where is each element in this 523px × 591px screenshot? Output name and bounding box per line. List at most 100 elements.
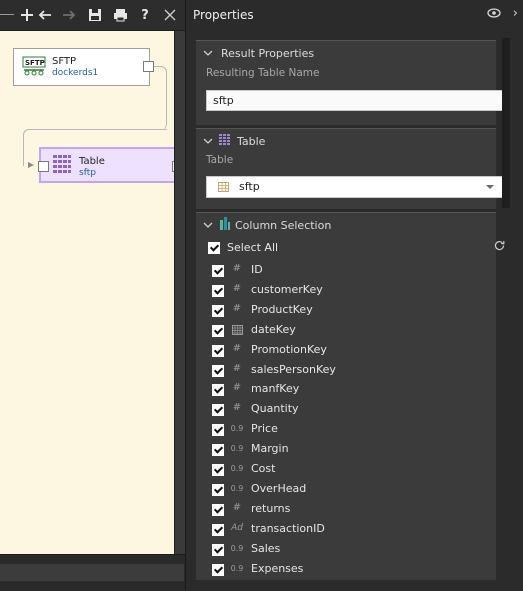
canvas-horizontal-scrollbar[interactable] [0, 554, 185, 591]
column-checkbox[interactable] [212, 424, 224, 437]
column-row[interactable]: # manfKey [212, 380, 502, 398]
chevron-down-icon [203, 48, 217, 59]
column-checkbox[interactable] [212, 404, 224, 417]
properties-vertical-scrollbar[interactable] [502, 38, 510, 208]
table-node-name: Table [79, 156, 105, 167]
select-all-label: Select All [227, 241, 279, 254]
help-icon[interactable]: ? [135, 4, 155, 26]
column-checkbox[interactable] [212, 344, 224, 357]
column-row[interactable]: 0.9 Cost [212, 460, 502, 478]
designer-toolbar: ? [0, 0, 185, 31]
dropdown-arrow-icon[interactable] [486, 185, 494, 189]
column-row[interactable]: # Quantity [212, 400, 502, 418]
select-all-checkbox[interactable] [208, 242, 220, 254]
column-name: salesPersonKey [251, 362, 336, 376]
table-node[interactable]: Table sftp [38, 147, 174, 183]
column-name: Expenses [251, 561, 304, 575]
redo-icon[interactable] [59, 4, 79, 26]
column-row[interactable]: 0.9 Margin [212, 440, 502, 458]
column-selection-title: Column Selection [235, 218, 332, 232]
column-checkbox[interactable] [212, 523, 224, 536]
result-properties-title: Result Properties [221, 46, 315, 60]
table-panel: Table Table sftp [196, 128, 503, 209]
undo-icon[interactable] [35, 4, 55, 26]
column-checkbox[interactable] [212, 284, 224, 297]
column-selection-icon [219, 217, 231, 233]
column-row[interactable]: # returns [212, 500, 502, 518]
column-row[interactable]: 0.9 Price [212, 420, 502, 438]
resulting-table-name-label: Resulting Table Name [206, 67, 320, 79]
column-row[interactable]: # ProductKey [212, 301, 502, 319]
column-name: Cost [251, 462, 276, 475]
integer-type-icon: # [232, 501, 242, 513]
decimal-type-icon: 0.9 [230, 543, 244, 553]
resulting-table-name-input[interactable]: sftp [206, 90, 503, 111]
column-name: returns [251, 501, 291, 515]
connector-wire [154, 66, 167, 130]
add-icon[interactable] [17, 4, 37, 26]
column-name: Margin [251, 442, 289, 456]
select-all-row[interactable]: Select All [208, 240, 505, 259]
column-checkbox[interactable] [212, 265, 224, 277]
print-icon[interactable] [110, 4, 130, 26]
scrollbar-thumb[interactable] [0, 564, 184, 581]
column-row[interactable]: # salesPersonKey [212, 361, 502, 379]
decimal-type-icon: 0.9 [230, 424, 244, 434]
chevron-down-icon [203, 136, 217, 147]
column-checkbox[interactable] [212, 483, 224, 496]
integer-type-icon: # [232, 302, 242, 314]
column-row[interactable]: 0.9 Expenses [212, 560, 502, 578]
sftp-logo-icon: SFTP [22, 56, 46, 76]
eye-icon[interactable] [487, 8, 501, 21]
calendar-icon [230, 324, 244, 338]
column-name: Quantity [251, 402, 299, 416]
help-label: ? [141, 7, 149, 23]
designer-canvas[interactable]: SFTP SFTP dockerds1 Table sftp [0, 31, 174, 554]
input-port[interactable] [38, 161, 49, 172]
column-name: manfKey [251, 382, 300, 396]
properties-footer [186, 580, 523, 590]
result-properties-header[interactable]: Result Properties [196, 41, 496, 65]
table-header[interactable]: Table [196, 129, 496, 153]
integer-type-icon: # [232, 382, 242, 394]
properties-header: Properties › [186, 0, 523, 30]
decimal-type-icon: 0.9 [230, 464, 244, 473]
table-select[interactable]: sftp [206, 176, 503, 198]
column-name: Sales [251, 541, 281, 555]
table-grid-icon [53, 155, 71, 176]
text-type-icon: Ad [231, 522, 243, 533]
column-selection-header[interactable]: Column Selection [196, 213, 496, 237]
column-checkbox[interactable] [212, 444, 224, 457]
column-row[interactable]: # customerKey [212, 281, 502, 299]
column-row[interactable]: dateKey [212, 321, 502, 339]
column-row[interactable]: # PromotionKey [212, 341, 502, 359]
integer-type-icon: # [232, 402, 242, 414]
column-name: OverHead [251, 481, 307, 495]
column-row[interactable]: 0.9 Sales [212, 540, 502, 558]
column-name: customerKey [251, 282, 323, 296]
properties-pane: Properties › Result Properties Resulting… [186, 0, 523, 590]
save-icon[interactable] [85, 4, 105, 26]
svg-text:SFTP: SFTP [25, 59, 45, 67]
column-row[interactable]: Ad transactionID [212, 520, 502, 538]
output-port[interactable] [143, 61, 154, 72]
column-checkbox[interactable] [212, 543, 224, 556]
close-icon[interactable] [160, 4, 180, 26]
sftp-node-name: SFTP [52, 56, 77, 67]
column-checkbox[interactable] [212, 364, 224, 377]
sftp-node[interactable]: SFTP SFTP dockerds1 [13, 48, 154, 86]
column-checkbox[interactable] [212, 384, 224, 397]
column-row[interactable]: 0.9 OverHead [212, 480, 502, 498]
table-small-icon [218, 182, 229, 195]
column-checkbox[interactable] [212, 304, 224, 317]
integer-type-icon: # [232, 342, 242, 354]
result-properties-panel: Result Properties Resulting Table Name s… [196, 40, 503, 125]
column-row[interactable]: # ID [212, 261, 502, 279]
chevron-right-icon[interactable]: › [513, 6, 518, 21]
column-checkbox[interactable] [212, 503, 224, 516]
column-checkbox[interactable] [212, 464, 224, 476]
column-checkbox[interactable] [212, 324, 224, 337]
column-name: ID [251, 263, 263, 276]
refresh-icon[interactable] [494, 240, 505, 254]
column-checkbox[interactable] [212, 563, 224, 576]
